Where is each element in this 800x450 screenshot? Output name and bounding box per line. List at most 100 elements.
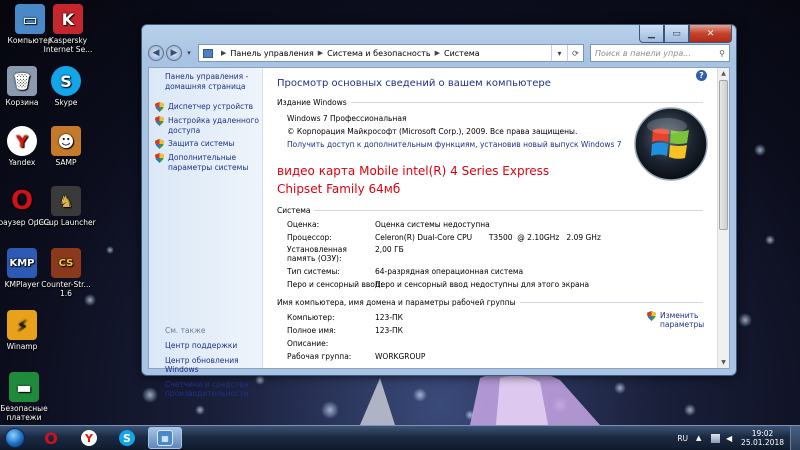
desktop-icon-counter-strike[interactable]: CS Counter-Str... 1.6 [36, 248, 96, 298]
workgroup-label: Рабочая группа: [287, 352, 352, 361]
skype-icon: S [51, 66, 81, 96]
maximize-button[interactable]: ▭ [664, 25, 689, 43]
action-center-link[interactable]: Центр поддержки [165, 341, 257, 351]
shield-icon [647, 311, 656, 321]
shield-icon [155, 102, 164, 112]
scroll-down-icon[interactable]: ▼ [718, 357, 729, 368]
annotation-text: видео карта Mobile intel(R) 4 Series Exp… [277, 164, 550, 196]
taskbar-opera[interactable]: O [34, 427, 68, 449]
shield-icon [155, 116, 164, 126]
advanced-settings-link[interactable]: Дополнительные параметры системы [155, 153, 261, 172]
scroll-thumb[interactable] [719, 80, 728, 230]
scroll-up-icon[interactable]: ▲ [718, 68, 729, 79]
desktop-icon-samp[interactable]: ☻ SAMP [36, 126, 96, 167]
section-system: Система [277, 206, 703, 215]
time-text: 19:02 [751, 429, 774, 438]
computer-name-value: 123-ПК [375, 313, 403, 322]
pen-touch-label: Перо и сенсорный ввод: [287, 280, 383, 289]
refresh-icon[interactable]: ⟳ [567, 45, 583, 61]
back-button[interactable]: ◀ [148, 45, 164, 61]
windows-start-icon [5, 428, 25, 448]
main-pane: ? Просмотр основных сведений о вашем ком… [263, 68, 717, 368]
search-icon[interactable]: ⚲ [719, 49, 725, 58]
windows-update-link[interactable]: Центр обновления Windows [165, 356, 257, 375]
show-hidden-icons-icon[interactable]: ▲ [696, 434, 705, 443]
rating-label: Оценка: [287, 220, 320, 229]
desktop-icon-kaspersky[interactable]: K Kaspersky Internet Se... [38, 4, 98, 54]
change-settings-link[interactable]: Изменить параметры [647, 311, 710, 329]
computer-name-label: Компьютер: [287, 313, 335, 322]
desktop-icon-skype[interactable]: S Skype [36, 66, 96, 107]
close-button[interactable]: ✕ [689, 25, 732, 43]
safe-money-icon: ▬ [9, 372, 39, 402]
date-text: 25.01.2018 [741, 438, 784, 447]
edition-name: Windows 7 Профессиональная [287, 114, 407, 123]
chevron-right-icon: ▶ [434, 49, 440, 57]
memory-label: Установленная память (ОЗУ): [287, 245, 347, 263]
section-computer-name: Имя компьютера, имя домена и параметры р… [277, 298, 703, 307]
pen-touch-value: Перо и сенсорный ввод недоступны для это… [375, 280, 590, 289]
memory-value: 2,00 ГБ [375, 245, 404, 254]
system-window[interactable]: ▁ ▭ ✕ ◀ ▶ ▾ ▶ Панель управления ▶ Систем… [141, 24, 737, 398]
taskbar-control-panel[interactable]: ▦ [148, 427, 182, 449]
navigation-bar: ◀ ▶ ▾ ▶ Панель управления ▶ Система и бе… [148, 42, 730, 64]
help-icon[interactable]: ? [696, 70, 707, 81]
breadcrumb-system[interactable]: Система [444, 49, 480, 58]
system-tray: RU ▲ ◀ 19:02 25.01.2018 [677, 425, 800, 450]
breadcrumb-system-security[interactable]: Система и безопасность [327, 49, 430, 58]
forward-button[interactable]: ▶ [166, 45, 182, 61]
iccup-icon: ♞ [51, 186, 81, 216]
kmplayer-icon: KMP [7, 248, 37, 278]
system-protection-link[interactable]: Защита системы [155, 139, 261, 149]
device-manager-link[interactable]: Диспетчер устройств [155, 102, 261, 112]
taskbar-skype[interactable]: S [110, 427, 144, 449]
clock[interactable]: 19:02 25.01.2018 [741, 429, 784, 447]
task-links: Диспетчер устройств Настройка удаленного… [155, 102, 261, 176]
control-panel-icon: ▦ [157, 430, 173, 446]
shield-icon [155, 139, 164, 149]
desktop-icon-safe-money[interactable]: ▬ Безопасные платежи [0, 372, 54, 422]
more-features-link[interactable]: Получить доступ к дополнительным функция… [287, 140, 622, 149]
counter-strike-icon: CS [51, 248, 81, 278]
chevron-right-icon: ▶ [221, 49, 227, 57]
kaspersky-icon: K [53, 4, 83, 34]
address-bar[interactable]: ▶ Панель управления ▶ Система и безопасн… [198, 44, 584, 62]
control-panel-home-link[interactable]: Панель управления - домашняя страница [165, 72, 257, 92]
address-dropdown-icon[interactable]: ▾ [551, 45, 567, 61]
page-title: Просмотр основных сведений о вашем компь… [277, 78, 551, 89]
taskbar-yandex[interactable]: Y [72, 427, 106, 449]
opera-icon: O [10, 185, 34, 216]
desktop-icon-winamp[interactable]: ⚡ Winamp [0, 310, 52, 351]
recycle-bin-icon: 🗑 [7, 66, 37, 96]
see-also-title: См. также [165, 326, 206, 335]
window-content: Панель управления - домашняя страница Ди… [148, 67, 730, 398]
winamp-icon: ⚡ [7, 310, 37, 340]
processor-value: Celeron(R) Dual-Core CPU T3500 @ 2.10GHz… [375, 233, 601, 242]
yandex-icon: Y [81, 430, 97, 446]
breadcrumb-control-panel[interactable]: Панель управления [230, 49, 313, 58]
vertical-scrollbar[interactable]: ▲ ▼ [717, 68, 729, 368]
left-nav-pane: Панель управления - домашняя страница Ди… [149, 68, 263, 398]
see-also-section: См. также Центр поддержки Центр обновлен… [165, 326, 257, 404]
show-desktop-button[interactable] [790, 425, 800, 450]
workgroup-value: WORKGROUP [375, 352, 426, 361]
start-button[interactable] [0, 426, 30, 450]
search-input[interactable]: Поиск в панели упра... ⚲ [590, 44, 730, 62]
taskbar: O Y S ▦ RU ▲ ◀ 19:02 25.01.2018 [0, 425, 800, 450]
window-controls: ▁ ▭ ✕ [639, 25, 732, 43]
system-type-value: 64-разрядная операционная система [375, 267, 524, 276]
desktop-icon-iccup[interactable]: ♞ ICCup Launcher [36, 186, 96, 227]
shield-icon [155, 153, 164, 163]
performance-tools-link[interactable]: Счетчики и средства производительности [165, 380, 257, 399]
volume-icon[interactable]: ◀ [726, 434, 735, 443]
language-indicator[interactable]: RU [677, 434, 688, 443]
full-name-value: 123-ПК [375, 326, 403, 335]
rating-link[interactable]: Оценка системы недоступна [375, 220, 490, 229]
recent-pages-dropdown[interactable]: ▾ [184, 49, 194, 57]
network-icon[interactable] [711, 433, 721, 443]
minimize-button[interactable]: ▁ [639, 25, 664, 43]
remote-settings-link[interactable]: Настройка удаленного доступа [155, 116, 261, 135]
full-name-label: Полное имя: [287, 326, 337, 335]
description-label: Описание: [287, 339, 329, 348]
chevron-right-icon: ▶ [317, 49, 324, 57]
